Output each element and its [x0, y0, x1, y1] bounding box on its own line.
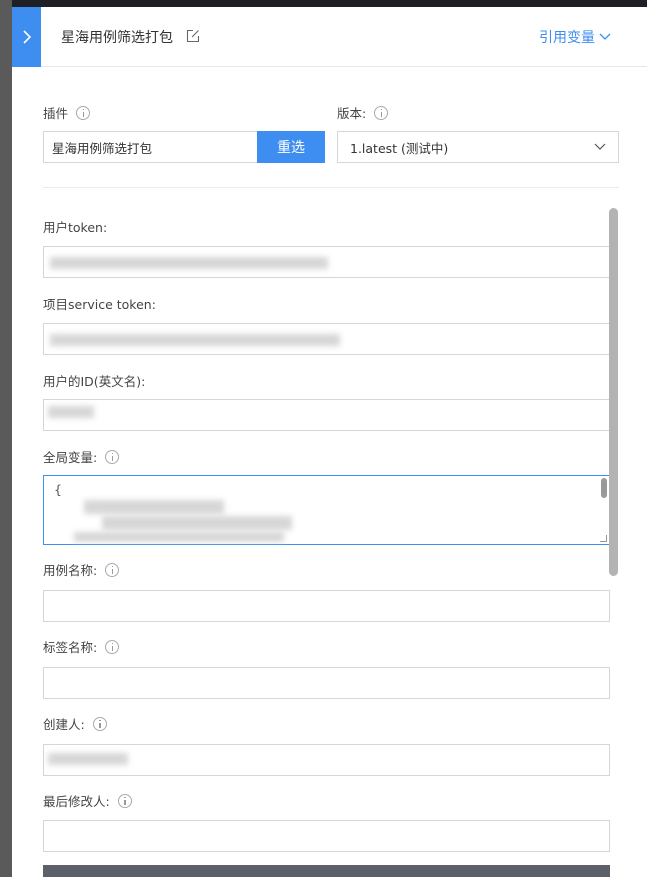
reselect-button[interactable]: 重选 — [257, 131, 325, 163]
chevron-down-icon — [599, 33, 611, 40]
global-vars-textarea[interactable]: { — [43, 475, 610, 545]
plugin-label: 插件 — [43, 106, 69, 121]
info-icon[interactable] — [105, 449, 120, 464]
info-icon[interactable] — [117, 793, 132, 808]
redacted-value — [84, 500, 224, 514]
info-icon[interactable] — [105, 562, 120, 577]
plugin-input-value: 星海用例筛选打包 — [52, 140, 153, 156]
user-id-label-row: 用户的ID(英文名): — [43, 371, 145, 390]
info-icon[interactable] — [92, 716, 107, 731]
case-name-field[interactable] — [43, 590, 610, 622]
version-select-value: 1.latest (测试中) — [350, 140, 449, 156]
redacted-value — [102, 516, 292, 530]
creator-label-row: 创建人: — [43, 714, 107, 733]
global-vars-label: 全局变量: — [43, 450, 98, 465]
user-token-label-row: 用户token: — [43, 217, 107, 236]
version-select[interactable]: 1.latest (测试中) — [337, 131, 619, 163]
info-icon[interactable] — [76, 105, 91, 120]
redacted-value — [50, 257, 328, 269]
resize-handle-icon[interactable] — [600, 535, 607, 542]
service-token-label: 项目service token: — [43, 297, 156, 312]
panel-title: 星海用例筛选打包 — [61, 30, 173, 46]
panel-scrollbar[interactable] — [609, 208, 618, 576]
global-vars-open-brace: { — [54, 482, 62, 497]
user-id-field[interactable] — [43, 399, 610, 431]
redacted-value — [48, 406, 94, 418]
window-top-bar — [0, 0, 647, 7]
plugin-label-row: 插件 — [43, 103, 91, 122]
redacted-value — [48, 753, 128, 765]
service-token-label-row: 项目service token: — [43, 294, 156, 313]
creator-field[interactable] — [43, 744, 610, 776]
user-id-label: 用户的ID(英文名): — [43, 374, 146, 389]
info-icon[interactable] — [374, 105, 389, 120]
textarea-scrollbar[interactable] — [601, 478, 607, 498]
service-token-field[interactable] — [43, 323, 610, 355]
edit-icon[interactable] — [186, 29, 200, 43]
global-vars-label-row: 全局变量: — [43, 447, 120, 466]
reference-variable-button[interactable]: 引用变量 — [539, 27, 611, 47]
version-label-row: 版本: — [337, 103, 389, 122]
tag-name-label: 标签名称: — [43, 640, 98, 655]
user-token-field[interactable] — [43, 246, 610, 278]
chevron-down-icon — [594, 143, 606, 150]
case-name-label: 用例名称: — [43, 563, 98, 578]
chevron-right-icon — [22, 30, 31, 44]
creator-label: 创建人: — [43, 717, 85, 732]
footer-bar — [43, 865, 610, 877]
tag-name-field[interactable] — [43, 667, 610, 699]
last-modifier-label-row: 最后修改人: — [43, 791, 132, 810]
left-backdrop — [0, 0, 12, 877]
last-modifier-field[interactable] — [43, 820, 610, 852]
redacted-value — [50, 334, 340, 346]
last-modifier-label: 最后修改人: — [43, 794, 110, 809]
info-icon[interactable] — [105, 639, 120, 654]
case-name-label-row: 用例名称: — [43, 560, 120, 579]
tag-name-label-row: 标签名称: — [43, 637, 120, 656]
user-token-label: 用户token: — [43, 220, 108, 235]
redacted-value — [74, 532, 284, 542]
version-label: 版本: — [337, 106, 367, 121]
section-divider — [43, 187, 619, 188]
reference-variable-label: 引用变量 — [539, 30, 595, 46]
plugin-config-panel: 星海用例筛选打包 引用变量 插件 版本: 星海用例筛选打包 重选 1.lates… — [12, 7, 647, 877]
panel-header: 星海用例筛选打包 引用变量 — [12, 7, 647, 67]
expand-button[interactable] — [12, 7, 41, 67]
plugin-input[interactable]: 星海用例筛选打包 — [43, 131, 258, 163]
